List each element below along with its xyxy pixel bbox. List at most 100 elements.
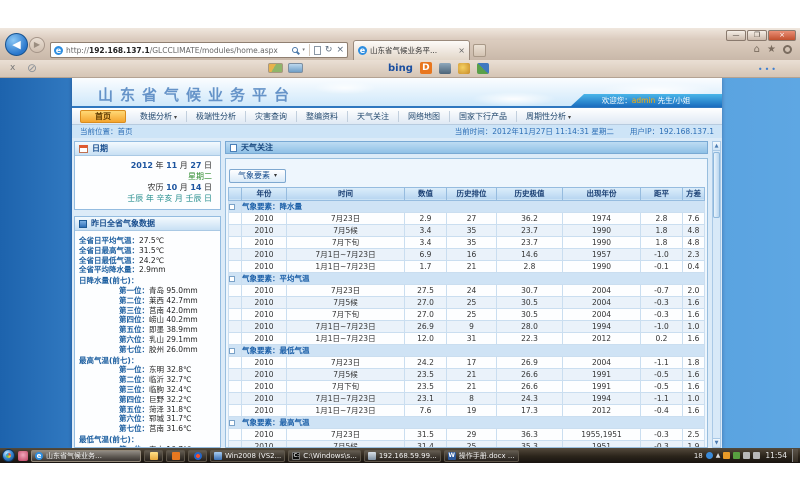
- table-cell: 7.6: [683, 212, 705, 224]
- antivirus-icon[interactable]: [733, 452, 740, 459]
- mail-icon[interactable]: [288, 63, 303, 73]
- table-cell: 1994: [563, 320, 641, 332]
- table-cell: 12.0: [405, 332, 447, 344]
- taskbar-button-explorer[interactable]: [144, 450, 163, 462]
- taskbar-button-remote[interactable]: 192.168.59.99...: [364, 450, 441, 462]
- table-row[interactable]: 20101月1日~7月23日7.61917.32012-0.41.6: [229, 404, 705, 416]
- nav-item-compiled-data[interactable]: 整编资料: [296, 111, 347, 122]
- scrollbar-thumb[interactable]: [713, 152, 720, 218]
- checkbox[interactable]: [229, 420, 235, 426]
- refresh-icon[interactable]: ↻: [325, 45, 333, 55]
- taskbar-button-ie-climate[interactable]: e山东省气候业务平...: [31, 450, 141, 462]
- checkbox[interactable]: [229, 276, 235, 282]
- table-cell: 31.5: [405, 428, 447, 440]
- update-icon[interactable]: [723, 452, 730, 459]
- nav-item-extreme-analysis[interactable]: 极端性分析: [186, 111, 245, 122]
- nav-item-periodic-analysis[interactable]: 周期性分析▾: [516, 111, 580, 122]
- table-group-row[interactable]: 气象要素：最低气温: [229, 344, 705, 356]
- postcard-icon[interactable]: [268, 63, 283, 73]
- gear-icon[interactable]: [783, 45, 792, 54]
- sidebar-close-button[interactable]: x: [10, 63, 15, 73]
- checkbox[interactable]: [229, 348, 235, 354]
- scroll-up-icon[interactable]: ▲: [713, 142, 720, 151]
- nav-item-home[interactable]: 首页: [80, 110, 126, 123]
- close-button[interactable]: ×: [768, 30, 796, 41]
- table-cell: 1.6: [683, 404, 705, 416]
- nav-item-weather-focus[interactable]: 天气关注: [347, 111, 398, 122]
- browser-tab[interactable]: e 山东省气候业务平... ×: [353, 40, 470, 60]
- stop-icon[interactable]: ×: [336, 45, 344, 55]
- taskbar-button-win2008[interactable]: Win2008 (VS2...: [210, 450, 285, 462]
- volume-icon[interactable]: [753, 452, 760, 459]
- address-bar[interactable]: e http://192.168.137.1/GLCCLIMATE/module…: [50, 42, 348, 58]
- camera-icon[interactable]: [439, 63, 451, 74]
- table-group-row[interactable]: 气象要素：最高气温: [229, 416, 705, 428]
- taskbar-button-word-doc[interactable]: W操作手册.docx ...: [444, 450, 519, 462]
- table-cell: -0.7: [641, 284, 683, 296]
- rank-label: 第四位：: [119, 395, 149, 404]
- tray-expand-icon[interactable]: ▲: [716, 452, 721, 459]
- taskbar-button-media-player[interactable]: [188, 450, 207, 462]
- table-row[interactable]: 20107月23日2.92736.219742.87.6: [229, 212, 705, 224]
- table-row[interactable]: 20107月5候3.43523.719901.84.8: [229, 224, 705, 236]
- search-icon[interactable]: [292, 47, 298, 53]
- sparkle-icon[interactable]: [458, 63, 470, 74]
- bing-d-icon[interactable]: D: [420, 62, 432, 74]
- scroll-down-icon[interactable]: ▼: [713, 438, 720, 447]
- ime-icon[interactable]: [706, 452, 713, 459]
- table-row[interactable]: 20107月5候31.42535.31951-0.31.9: [229, 440, 705, 448]
- search-dropdown-icon[interactable]: ▾: [302, 47, 305, 53]
- table-row[interactable]: 20107月23日27.52430.72004-0.72.0: [229, 284, 705, 296]
- back-button[interactable]: ◀: [5, 33, 28, 56]
- table-row[interactable]: 20107月下旬3.43523.719901.84.8: [229, 236, 705, 248]
- table-row[interactable]: 20107月1日~7月23日6.91614.61957-1.02.3: [229, 248, 705, 260]
- overflow-dots-icon[interactable]: •••: [758, 65, 778, 74]
- maximize-button[interactable]: ❐: [747, 30, 767, 41]
- bing-logo[interactable]: bing: [388, 63, 413, 74]
- tab-title: 山东省气候业务平...: [370, 45, 455, 56]
- table-row[interactable]: 20107月1日~7月23日23.1824.31994-1.11.0: [229, 392, 705, 404]
- element-filter-button[interactable]: 气象要素 ▾: [229, 169, 286, 183]
- share-icon[interactable]: [477, 63, 489, 74]
- nav-item-disaster-query[interactable]: 灾害查询: [245, 111, 296, 122]
- favorites-star-icon[interactable]: ★: [767, 44, 776, 56]
- table-cell: 1990: [563, 236, 641, 248]
- table-cell: 26.6: [497, 380, 563, 392]
- compatibility-view-icon[interactable]: [314, 46, 321, 55]
- table-row[interactable]: 20107月下旬23.52126.61991-0.51.6: [229, 380, 705, 392]
- table-row[interactable]: 20101月1日~7月23日1.7212.81990-0.10.4: [229, 260, 705, 272]
- home-icon[interactable]: ⌂: [754, 44, 760, 56]
- nav-item-data-analysis[interactable]: 数据分析▾: [131, 111, 186, 122]
- table-row[interactable]: 20101月1日~7月23日12.03122.320120.21.6: [229, 332, 705, 344]
- pinned-app-icon[interactable]: [18, 451, 28, 461]
- show-desktop-button[interactable]: [792, 449, 798, 462]
- forward-button[interactable]: ▶: [29, 37, 45, 53]
- vertical-scrollbar[interactable]: ▲ ▼: [712, 141, 721, 448]
- table-cell: [229, 224, 242, 236]
- table-row[interactable]: 20107月5候27.02530.52004-0.31.6: [229, 296, 705, 308]
- nav-item-network-map[interactable]: 网络地图: [398, 111, 449, 122]
- taskbar-button-cmd[interactable]: C:C:\Windows\s...: [288, 450, 361, 462]
- table-group-row[interactable]: 气象要素：降水量: [229, 200, 705, 212]
- table-cell: 27.0: [405, 296, 447, 308]
- network-icon[interactable]: [743, 452, 750, 459]
- minimize-button[interactable]: —: [726, 30, 746, 41]
- checkbox[interactable]: [229, 204, 235, 210]
- table-row[interactable]: 20107月5候23.52126.61991-0.51.6: [229, 368, 705, 380]
- start-button[interactable]: [2, 449, 15, 462]
- table-cell: 24: [447, 284, 497, 296]
- table-cell: 2010: [242, 236, 287, 248]
- rank-row: 第七位：胶州 26.0mm: [79, 345, 216, 355]
- table-row[interactable]: 20107月1日~7月23日26.9928.01994-1.01.0: [229, 320, 705, 332]
- table-row[interactable]: 20107月下旬27.02530.52004-0.31.6: [229, 308, 705, 320]
- browser-command-bar: x ⊘ bing D •••: [0, 60, 800, 78]
- table-row[interactable]: 20107月23日24.21726.92004-1.11.8: [229, 356, 705, 368]
- table-group-row[interactable]: 气象要素：平均气温: [229, 272, 705, 284]
- table-row[interactable]: 20107月23日31.52936.31955,1951-0.32.5: [229, 428, 705, 440]
- table-cell: 30.5: [497, 296, 563, 308]
- taskbar-button-app-orange[interactable]: [166, 450, 185, 462]
- tab-close-icon[interactable]: ×: [458, 46, 465, 55]
- nav-item-national-products[interactable]: 国家下行产品: [449, 111, 516, 122]
- taskbar-clock[interactable]: 11:54: [763, 451, 789, 460]
- new-tab-button[interactable]: [473, 44, 486, 57]
